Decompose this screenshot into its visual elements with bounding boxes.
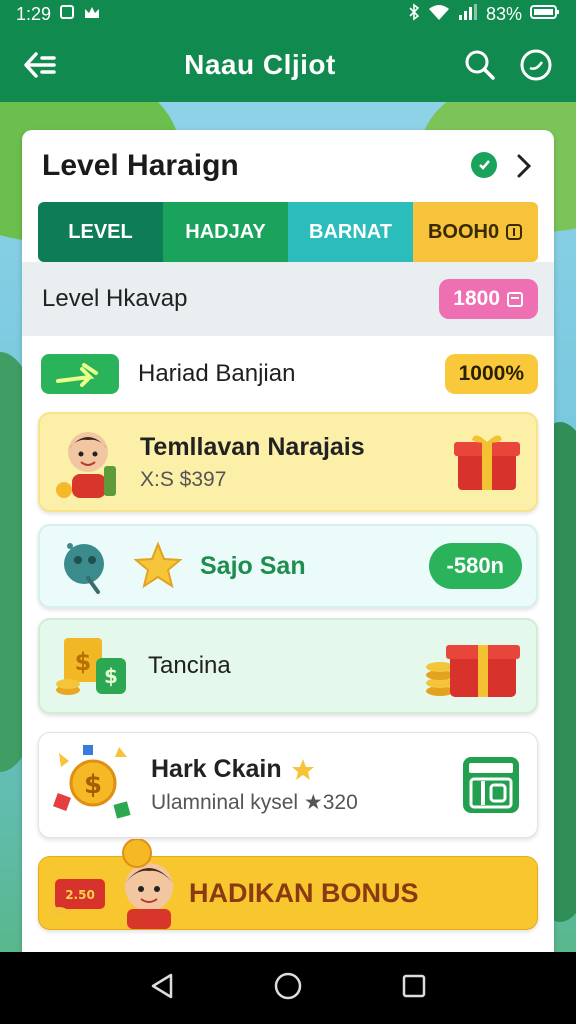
level-row-label: Level Hkavap <box>42 285 188 312</box>
coins-gift-icon <box>426 645 520 697</box>
search-icon <box>465 50 495 80</box>
gift-box-icon <box>454 435 520 490</box>
coin-burst-icon: $ <box>53 745 131 819</box>
level-card: Level Haraign LEVEL HADJAY BARNAT BOOH0 … <box>22 130 554 952</box>
signal-icon <box>458 3 478 26</box>
nav-back-button[interactable] <box>147 971 177 1006</box>
row-title-text: Hark Ckain <box>151 755 282 783</box>
chat-button[interactable] <box>514 43 558 87</box>
app-title: Naau Cljiot <box>184 49 336 80</box>
level-row-badge-value: 1800 <box>453 287 500 310</box>
bonus-label: HADIKAN BONUS <box>189 877 419 908</box>
level-row[interactable]: Level Hkavap 1800 <box>22 262 554 336</box>
list-item[interactable]: Sajo San -580n <box>38 524 538 608</box>
svg-text:$: $ <box>75 648 92 676</box>
list-item[interactable]: Temllavan Narajais X:S $397 <box>38 412 538 512</box>
tab-booh-label: BOOH0 <box>427 220 500 243</box>
app-header: Naau Cljiot <box>0 28 576 102</box>
search-button[interactable] <box>458 43 502 87</box>
back-button[interactable] <box>18 43 62 87</box>
notification-icon <box>59 4 75 25</box>
list-item[interactable]: $ $ Tancina <box>38 618 538 714</box>
svg-text:$: $ <box>104 664 118 688</box>
system-nav-bar <box>0 952 576 1024</box>
row-badge: -580n <box>428 543 522 589</box>
nav-home-icon <box>274 972 302 999</box>
row-title: Tancina <box>148 652 231 679</box>
row-title: Temllavan Narajais <box>140 432 365 461</box>
card-title: Level Haraign <box>42 149 239 182</box>
tab-bar: LEVEL HADJAY BARNAT BOOH0 <box>38 202 538 262</box>
battery-percent: 83% <box>485 3 522 24</box>
plain-row-badge: 1000% <box>444 354 538 394</box>
level-row-badge: 1800 <box>439 279 538 319</box>
status-time: 1:29 <box>16 3 52 24</box>
battery-icon <box>530 4 560 25</box>
money-stack-icon: $ $ <box>56 638 126 695</box>
tab-hadjay[interactable]: HADJAY <box>163 202 288 262</box>
wifi-icon <box>428 3 450 26</box>
nav-home-button[interactable] <box>272 970 304 1007</box>
bonus-chip-text: 2.50 <box>65 888 95 902</box>
bluetooth-icon <box>408 2 420 26</box>
tab-level[interactable]: LEVEL <box>38 202 163 262</box>
card-header: Level Haraign <box>22 130 554 202</box>
nav-recents-button[interactable] <box>399 971 429 1006</box>
blue-creature-icon <box>64 543 104 594</box>
calendar-icon <box>507 292 523 307</box>
bonus-character-icon: 2.50 <box>51 839 173 929</box>
row-title: Sajo San <box>200 551 306 580</box>
crown-icon <box>83 4 101 25</box>
tab-booh[interactable]: BOOH0 <box>413 202 538 262</box>
row-subtitle: X:S $397 <box>140 467 227 491</box>
bonus-banner[interactable]: 2.50 HADIKAN BONUS <box>38 839 538 930</box>
back-arrow-icon <box>24 52 56 78</box>
nav-recents-icon <box>402 974 425 997</box>
list-item[interactable]: $ Hark Ckain Ulamninal kysel ★320 <box>38 732 538 838</box>
star-icon <box>291 758 314 780</box>
svg-text:$: $ <box>84 770 102 800</box>
character-avatar-icon <box>56 432 116 498</box>
green-badge-icon <box>471 152 497 178</box>
green-arrow-icon <box>41 354 119 394</box>
plain-row-label: Hariad Banjian <box>138 360 296 387</box>
chat-icon <box>520 49 552 81</box>
row-subtitle: Ulamninal kysel ★320 <box>151 791 358 814</box>
chevron-right-icon[interactable] <box>514 153 534 179</box>
plain-row[interactable]: Hariad Banjian 1000% <box>22 336 554 412</box>
box-icon <box>506 224 523 240</box>
row-title: Hark Ckain <box>151 755 459 784</box>
status-bar: 1:29 83% <box>0 0 576 28</box>
tab-barnat[interactable]: BARNAT <box>288 202 413 262</box>
star-badge-icon <box>133 541 183 589</box>
green-chest-icon <box>463 757 519 813</box>
nav-back-icon <box>152 973 173 998</box>
